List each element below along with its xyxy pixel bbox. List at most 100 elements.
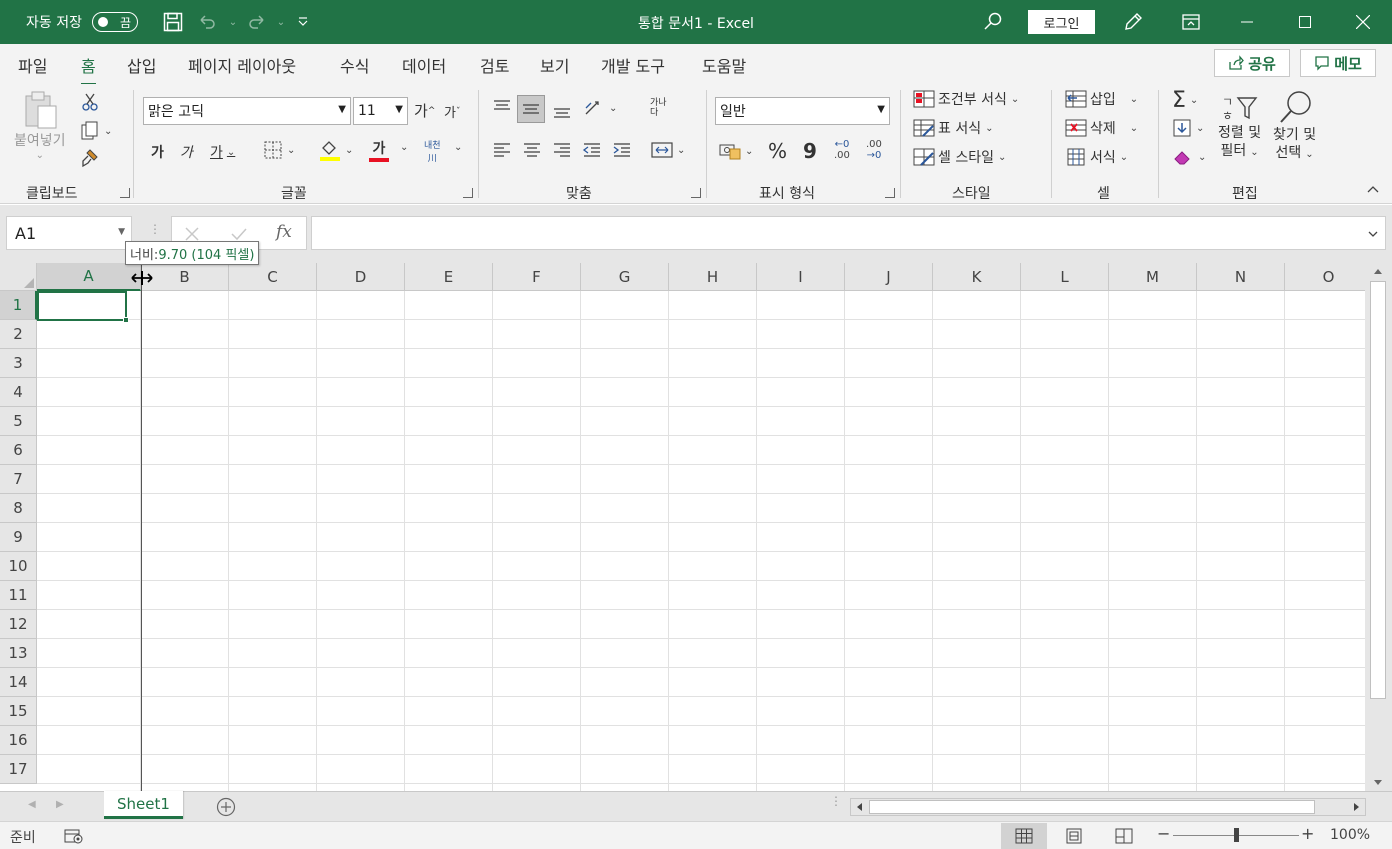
vertical-scroll-thumb[interactable] [1370, 281, 1386, 699]
row-header-12[interactable]: 12 [0, 610, 37, 639]
row-header-13[interactable]: 13 [0, 639, 37, 668]
merge-center-button[interactable]: ⌄ [651, 140, 685, 160]
ribbon-display-icon[interactable] [1180, 11, 1202, 33]
decrease-decimal-button[interactable]: .00 →0 [866, 139, 882, 161]
tab-help[interactable]: 도움말 [702, 53, 746, 77]
column-header-d[interactable]: D [317, 263, 405, 291]
phonetic-button[interactable]: 내천 川 [424, 138, 441, 164]
tab-insert[interactable]: 삽입 [127, 53, 156, 77]
accounting-format-button[interactable]: ⌄ [719, 141, 753, 161]
zoom-out-button[interactable]: − [1157, 824, 1170, 843]
cell-styles-button[interactable]: 셀 스타일 ⌄ [913, 147, 1006, 167]
scroll-left-icon[interactable] [855, 802, 863, 812]
scroll-up-icon[interactable] [1373, 267, 1383, 275]
row-header-9[interactable]: 9 [0, 523, 37, 552]
enter-icon[interactable] [230, 226, 248, 242]
sort-filter-button[interactable]: ㄱㅎ 정렬 및 필터 ⌄ [1218, 92, 1261, 162]
number-launcher-icon[interactable] [885, 188, 895, 198]
fill-color-button[interactable]: ⌄ [319, 138, 353, 162]
column-header-m[interactable]: M [1109, 263, 1197, 291]
pen-icon[interactable] [1122, 11, 1144, 33]
increase-decimal-button[interactable]: ←0 .00 [834, 139, 850, 161]
italic-button[interactable]: 가 [180, 142, 193, 162]
zoom-in-button[interactable]: + [1301, 824, 1314, 843]
clipboard-launcher-icon[interactable] [120, 188, 130, 198]
autosave-control[interactable]: 자동 저장 끔 [26, 12, 138, 32]
row-header-7[interactable]: 7 [0, 465, 37, 494]
search-icon[interactable] [982, 11, 1004, 33]
font-size-select[interactable]: 11 ▼ [353, 97, 408, 125]
scroll-down-icon[interactable] [1373, 779, 1383, 787]
fill-handle[interactable] [123, 317, 129, 323]
minimize-button[interactable] [1224, 0, 1270, 44]
column-header-f[interactable]: F [493, 263, 581, 291]
font-name-select[interactable]: 맑은 고딕 ▼ [143, 97, 351, 125]
column-header-e[interactable]: E [405, 263, 493, 291]
accessibility-icon[interactable] [64, 827, 84, 845]
zoom-level[interactable]: 100% [1330, 827, 1370, 843]
tab-file[interactable]: 파일 [18, 53, 47, 77]
share-button[interactable]: 공유 [1214, 49, 1290, 77]
worksheet-grid[interactable]: ABCDEFGHIJKLMNO 1 2 3 4 5 6 7 8 9 10 11 12 13 14 15 16 1… [0, 263, 1365, 791]
tab-formulas[interactable]: 수식 [340, 53, 369, 77]
shrink-font-button[interactable]: 가ˇ [444, 102, 460, 121]
phonetic-dropdown-icon[interactable]: ⌄ [450, 142, 462, 153]
tab-view[interactable]: 보기 [540, 53, 569, 77]
autosum-button[interactable]: Σ ⌄ [1172, 88, 1198, 113]
grow-font-button[interactable]: 가 ^ [414, 100, 435, 121]
row-header-4[interactable]: 4 [0, 378, 37, 407]
paste-button[interactable]: 붙여넣기 ⌄ [14, 90, 66, 161]
maximize-button[interactable] [1282, 0, 1328, 44]
font-launcher-icon[interactable] [463, 188, 473, 198]
name-box-dropdown-icon[interactable]: ▼ [118, 227, 125, 237]
tab-review[interactable]: 검토 [480, 53, 509, 77]
bold-button[interactable]: 가 [151, 142, 164, 162]
horizontal-scroll-thumb[interactable] [869, 800, 1315, 814]
comma-style-button[interactable]: 9 [803, 139, 817, 163]
next-sheet-icon[interactable]: ▶ [56, 799, 64, 810]
cancel-icon[interactable] [184, 226, 200, 242]
new-sheet-icon[interactable] [216, 797, 236, 817]
align-middle-button[interactable] [517, 95, 545, 123]
column-header-k[interactable]: K [933, 263, 1021, 291]
increase-indent-button[interactable] [612, 140, 632, 160]
align-left-button[interactable] [492, 140, 512, 160]
zoom-slider-thumb[interactable] [1234, 828, 1239, 842]
row-header-11[interactable]: 11 [0, 581, 37, 610]
column-header-b[interactable]: B [141, 263, 229, 291]
row-header-6[interactable]: 6 [0, 436, 37, 465]
close-button[interactable] [1340, 0, 1386, 44]
save-icon[interactable] [162, 11, 184, 33]
tab-home[interactable]: 홈 [81, 53, 96, 86]
horizontal-scrollbar[interactable] [850, 798, 1366, 816]
row-header-14[interactable]: 14 [0, 668, 37, 697]
font-color-dropdown-icon[interactable]: ⌄ [396, 142, 408, 153]
autosave-toggle[interactable]: 끔 [91, 12, 138, 32]
comments-button[interactable]: 메모 [1300, 49, 1376, 77]
conditional-formatting-button[interactable]: 조건부 서식 ⌄ [913, 89, 1019, 109]
row-header-16[interactable]: 16 [0, 726, 37, 755]
page-break-view-button[interactable] [1101, 823, 1147, 849]
tab-data[interactable]: 데이터 [402, 53, 446, 77]
row-header-5[interactable]: 5 [0, 407, 37, 436]
find-select-button[interactable]: 찾기 및 선택 ⌄ [1273, 88, 1316, 164]
format-painter-button[interactable] [80, 148, 100, 168]
active-cell-a1[interactable] [37, 291, 129, 323]
align-right-button[interactable] [552, 140, 572, 160]
align-center-button[interactable] [522, 140, 542, 160]
row-header-10[interactable]: 10 [0, 552, 37, 581]
insert-function-button[interactable]: fx [276, 222, 292, 242]
row-header-3[interactable]: 3 [0, 349, 37, 378]
column-header-i[interactable]: I [757, 263, 845, 291]
collapse-ribbon-button[interactable] [1366, 184, 1380, 194]
column-header-l[interactable]: L [1021, 263, 1109, 291]
undo-dropdown-icon[interactable]: ⌄ [222, 11, 244, 33]
fill-button[interactable]: ⌄ [1172, 118, 1204, 138]
scroll-right-icon[interactable] [1353, 802, 1361, 812]
row-header-17[interactable]: 17 [0, 755, 37, 784]
align-bottom-button[interactable] [552, 101, 572, 121]
column-header-n[interactable]: N [1197, 263, 1285, 291]
column-header-o[interactable]: O [1285, 263, 1365, 291]
tab-developer[interactable]: 개발 도구 [601, 53, 665, 77]
login-button[interactable]: 로그인 [1028, 10, 1095, 34]
